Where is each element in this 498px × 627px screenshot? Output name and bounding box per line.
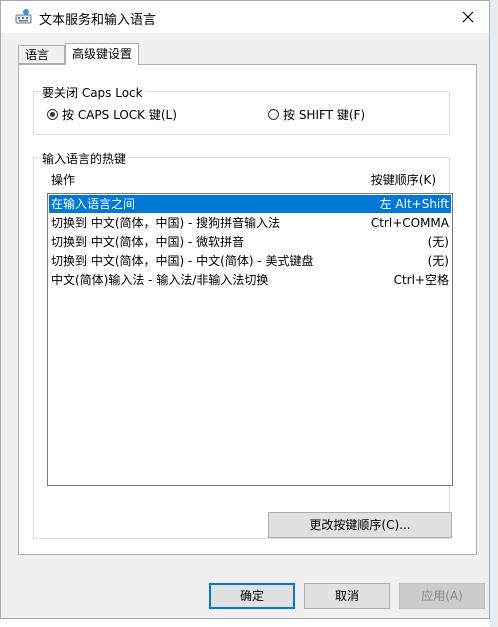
hotkey-sequence: Ctrl+COMMA xyxy=(370,216,449,230)
apply-button[interactable]: 应用(A) xyxy=(399,583,485,609)
hotkey-sequence: Ctrl+空格 xyxy=(393,273,449,287)
hotkey-action: 切换到 中文(简体，中国) - 中文(简体) - 美式键盘 xyxy=(51,254,314,268)
cancel-button[interactable]: 取消 xyxy=(304,583,390,609)
tab-advanced-key-settings[interactable]: 高级键设置 xyxy=(65,43,139,65)
hotkey-action: 中文(简体)输入法 - 输入法/非输入法切换 xyxy=(51,273,269,287)
list-item[interactable]: 中文(简体)输入法 - 输入法/非输入法切换 Ctrl+空格 xyxy=(49,271,451,289)
close-button[interactable] xyxy=(453,4,483,30)
column-header-action: 操作 xyxy=(51,173,76,187)
hotkey-sequence: (无) xyxy=(427,254,449,268)
radio-unchecked-icon xyxy=(268,108,279,120)
hotkeys-group: 输入语言的热键 操作 按键顺序(K) 在输入语言之间 左 Alt+Shift 切… xyxy=(33,150,453,539)
text-services-dialog: 文本服务和输入语言 语言栏 高级键设置 要关闭 Caps Lock 按 CAPS… xyxy=(0,0,490,619)
hotkey-action: 切换到 中文(简体，中国) - 微软拼音 xyxy=(51,235,245,249)
hotkeys-legend: 输入语言的热键 xyxy=(40,150,129,167)
list-item[interactable]: 切换到 中文(简体，中国) - 搜狗拼音输入法 Ctrl+COMMA xyxy=(49,214,451,232)
caps-lock-legend: 要关闭 Caps Lock xyxy=(40,84,145,101)
close-icon xyxy=(462,11,474,23)
ok-button[interactable]: 确定 xyxy=(209,583,295,609)
caps-lock-key-label: 按 CAPS LOCK 键(L) xyxy=(62,107,177,122)
advanced-key-settings-panel: 要关闭 Caps Lock 按 CAPS LOCK 键(L) 按 SHIFT 键… xyxy=(18,64,477,555)
radio-checked-icon xyxy=(47,108,58,120)
list-item[interactable]: 切换到 中文(简体，中国) - 微软拼音 (无) xyxy=(49,233,451,251)
hotkey-sequence: 左 Alt+Shift xyxy=(379,197,449,211)
background-window-edge xyxy=(490,0,498,627)
title-bar: 文本服务和输入语言 xyxy=(1,1,489,33)
shift-key-label: 按 SHIFT 键(F) xyxy=(283,107,366,122)
column-header-key-sequence: 按键顺序(K) xyxy=(370,173,436,187)
window-title: 文本服务和输入语言 xyxy=(39,13,157,28)
tab-language-bar[interactable]: 语言栏 xyxy=(18,45,65,81)
change-key-sequence-button[interactable]: 更改按键顺序(C)... xyxy=(268,512,452,538)
shift-key-radio[interactable]: 按 SHIFT 键(F) xyxy=(268,106,365,122)
caps-lock-key-radio[interactable]: 按 CAPS LOCK 键(L) xyxy=(47,106,177,122)
hotkey-action: 切换到 中文(简体，中国) - 搜狗拼音输入法 xyxy=(51,216,281,230)
list-item[interactable]: 切换到 中文(简体，中国) - 中文(简体) - 美式键盘 (无) xyxy=(49,252,451,270)
keyboard-icon xyxy=(15,8,32,25)
list-item[interactable]: 在输入语言之间 左 Alt+Shift xyxy=(49,195,451,213)
hotkey-list[interactable]: 在输入语言之间 左 Alt+Shift 切换到 中文(简体，中国) - 搜狗拼音… xyxy=(47,193,453,486)
hotkey-action: 在输入语言之间 xyxy=(51,197,136,211)
hotkey-sequence: (无) xyxy=(427,235,449,249)
caps-lock-group: 要关闭 Caps Lock 按 CAPS LOCK 键(L) 按 SHIFT 键… xyxy=(33,84,450,135)
